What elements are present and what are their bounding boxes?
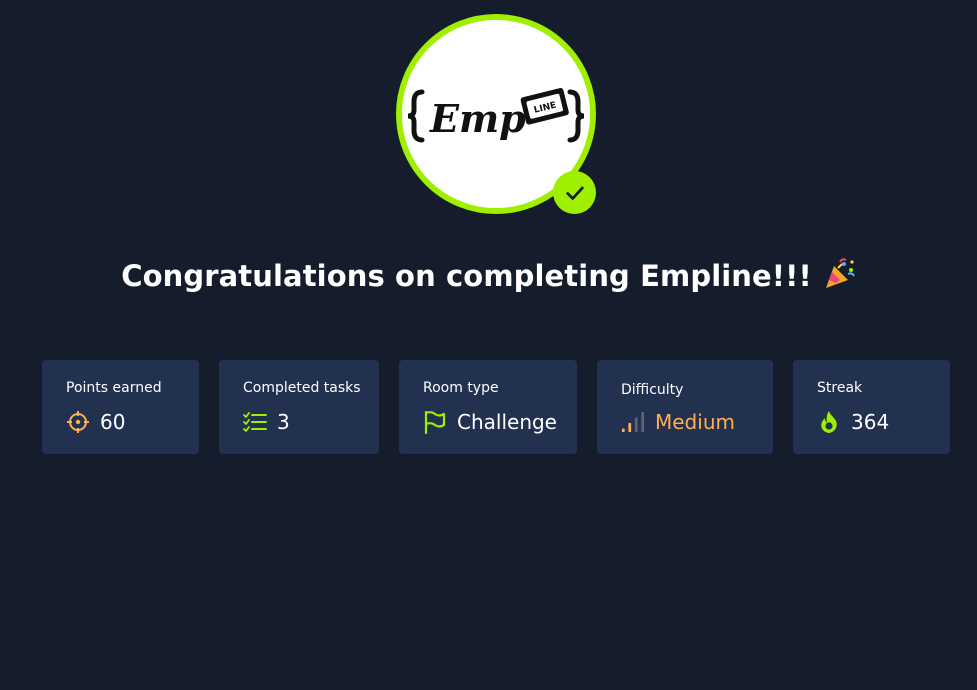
svg-text:Emp: Emp bbox=[429, 96, 526, 141]
room-completion-page: Emp LINE Congratulations on completing E… bbox=[0, 0, 977, 690]
stat-label: Completed tasks bbox=[243, 380, 361, 396]
stat-value: 60 bbox=[100, 410, 126, 434]
party-popper-icon bbox=[822, 258, 856, 297]
stat-card-tasks: Completed tasks 3 bbox=[219, 360, 379, 454]
stat-label: Room type bbox=[423, 380, 499, 396]
stat-card-room-type: Room type Challenge bbox=[399, 360, 577, 454]
completed-check-badge bbox=[553, 171, 596, 214]
stat-card-streak: Streak 364 bbox=[793, 360, 950, 454]
headline-text: Congratulations on completing Empline!!! bbox=[121, 259, 812, 293]
stat-value: 364 bbox=[851, 410, 890, 434]
stat-label: Points earned bbox=[66, 380, 162, 396]
stat-card-difficulty: Difficulty Medium bbox=[597, 360, 773, 454]
stat-label: Difficulty bbox=[621, 382, 684, 398]
check-icon bbox=[565, 186, 584, 200]
completion-headline: Congratulations on completing Empline!!! bbox=[0, 258, 977, 297]
stat-value: Challenge bbox=[457, 410, 557, 434]
flag-icon bbox=[423, 410, 447, 434]
signal-bars-icon bbox=[621, 410, 645, 434]
flame-icon bbox=[817, 410, 841, 434]
target-icon bbox=[66, 410, 90, 434]
stat-value: 3 bbox=[277, 410, 290, 434]
stat-label: Streak bbox=[817, 380, 863, 396]
stat-value: Medium bbox=[655, 410, 735, 434]
checklist-icon bbox=[243, 410, 267, 434]
stat-card-points: Points earned 60 bbox=[42, 360, 199, 454]
